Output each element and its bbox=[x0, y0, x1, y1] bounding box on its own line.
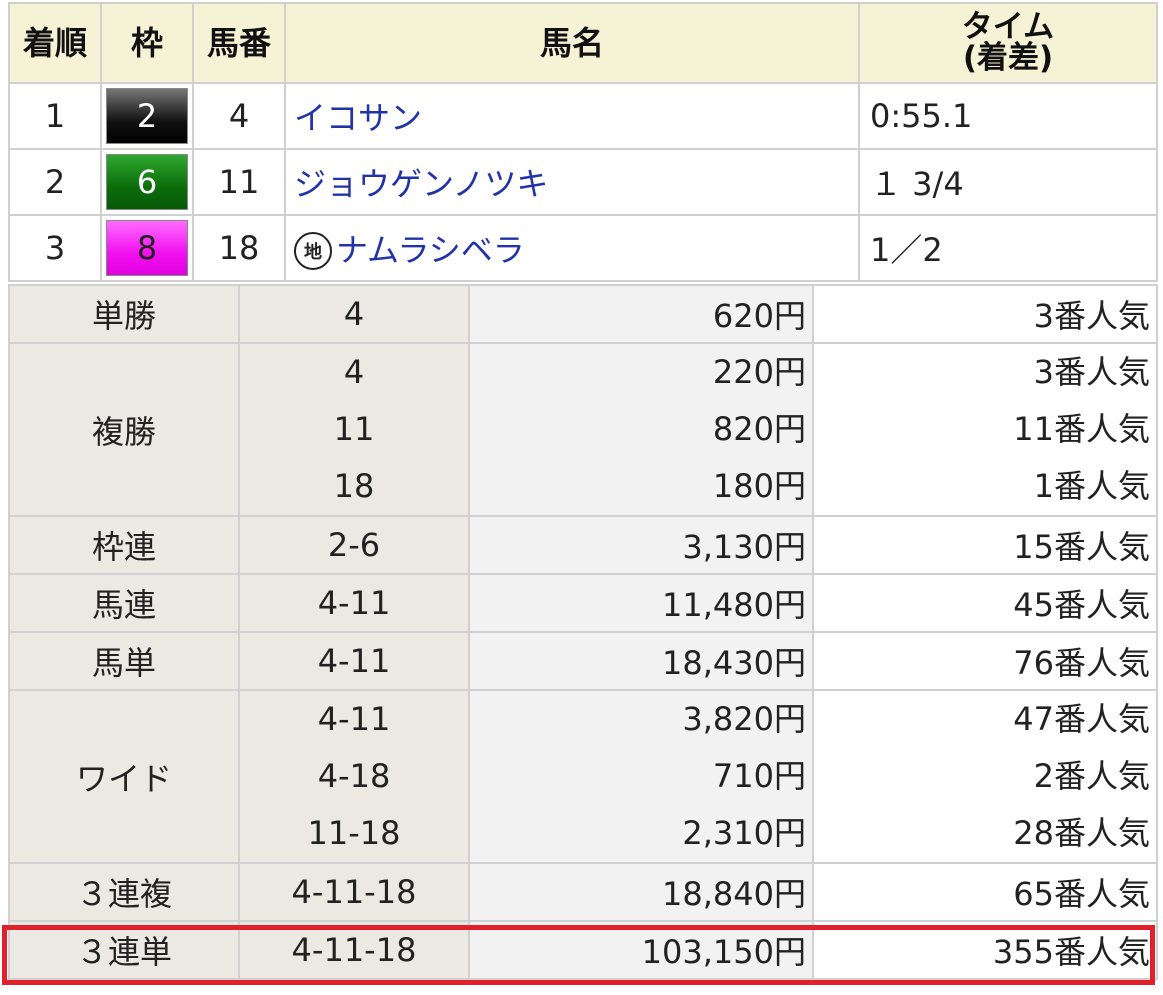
payout-row-umatan: 馬単 4-11 18,430円 76番人気 bbox=[8, 631, 1158, 691]
popularity: 45番人気 bbox=[812, 573, 1158, 633]
popularity: 28番人気 bbox=[1013, 814, 1150, 852]
bet-type: 馬単 bbox=[8, 631, 240, 691]
popularity: 15番人気 bbox=[812, 515, 1158, 575]
rank-cell: 3 bbox=[8, 214, 102, 282]
combo: 4-11-18 bbox=[238, 862, 470, 922]
payout-table: 単勝 4 620円 3番人気 複勝 4 11 18 220円 820円 180円… bbox=[8, 284, 1158, 980]
bet-type: ワイド bbox=[8, 689, 240, 864]
bet-type: 複勝 bbox=[8, 342, 240, 517]
header-umaban: 馬番 bbox=[192, 2, 286, 84]
combo-stack: 4 11 18 bbox=[238, 342, 470, 517]
combo: 4-11 bbox=[238, 631, 470, 691]
combo: 4 bbox=[343, 353, 365, 391]
payout-amount: 620円 bbox=[468, 284, 814, 344]
combo: 4-11 bbox=[317, 700, 391, 738]
payout-amount: 710円 bbox=[712, 757, 806, 795]
horse-name-cell: ジョウゲンノツキ bbox=[284, 148, 860, 216]
horse-name-cell: イコサン bbox=[284, 82, 860, 150]
umaban-cell: 18 bbox=[192, 214, 286, 282]
payout-row-umaren: 馬連 4-11 11,480円 45番人気 bbox=[8, 573, 1158, 633]
margin-cell: １ 3/4 bbox=[858, 148, 1158, 216]
payout-amount: 3,820円 bbox=[682, 700, 806, 738]
horse-name-link[interactable]: イコサン bbox=[294, 99, 422, 137]
rank-cell: 2 bbox=[8, 148, 102, 216]
bet-type: 単勝 bbox=[8, 284, 240, 344]
popularity: 3番人気 bbox=[1033, 353, 1150, 391]
popularity-stack: 47番人気 2番人気 28番人気 bbox=[812, 689, 1158, 864]
header-horse-name: 馬名 bbox=[284, 2, 860, 84]
popularity: 76番人気 bbox=[812, 631, 1158, 691]
payout-amount: 220円 bbox=[712, 353, 806, 391]
payout-amount: 2,310円 bbox=[682, 814, 806, 852]
race-result-table: 着順 枠 馬番 馬名 タイム (着差) 1 2 4 イコサン 0:55.1 2 … bbox=[8, 2, 1158, 282]
result-row: 1 2 4 イコサン 0:55.1 bbox=[8, 82, 1158, 150]
popularity: 65番人気 bbox=[812, 862, 1158, 922]
payout-amount: 820円 bbox=[712, 410, 806, 448]
waku-badge: 6 bbox=[106, 154, 188, 210]
horse-name-cell: 地ナムラシベラ bbox=[284, 214, 860, 282]
time-cell: 0:55.1 bbox=[858, 82, 1158, 150]
payout-row-fukusho: 複勝 4 11 18 220円 820円 180円 3番人気 11番人気 1番人… bbox=[8, 342, 1158, 517]
waku-cell: 6 bbox=[100, 148, 194, 216]
payout-row-sanrentan: ３連単 4-11-18 103,150円 355番人気 bbox=[8, 920, 1158, 980]
local-horse-icon: 地 bbox=[294, 232, 332, 270]
payout-amount: 103,150円 bbox=[468, 920, 814, 980]
combo: 2-6 bbox=[238, 515, 470, 575]
payout-stack: 220円 820円 180円 bbox=[468, 342, 814, 517]
bet-type: 枠連 bbox=[8, 515, 240, 575]
popularity: 11番人気 bbox=[1013, 410, 1150, 448]
umaban-cell: 4 bbox=[192, 82, 286, 150]
combo: 4-18 bbox=[317, 757, 391, 795]
combo: 4-11-18 bbox=[238, 920, 470, 980]
result-header-row: 着順 枠 馬番 馬名 タイム (着差) bbox=[8, 2, 1158, 84]
bet-type: ３連複 bbox=[8, 862, 240, 922]
horse-name-link[interactable]: ナムラシベラ bbox=[336, 231, 525, 269]
waku-badge: 8 bbox=[106, 220, 188, 276]
popularity: 47番人気 bbox=[1013, 700, 1150, 738]
payout-row-wide: ワイド 4-11 4-18 11-18 3,820円 710円 2,310円 4… bbox=[8, 689, 1158, 864]
combo: 11-18 bbox=[307, 814, 401, 852]
waku-cell: 8 bbox=[100, 214, 194, 282]
header-time-line1: タイム bbox=[961, 9, 1055, 45]
combo-stack: 4-11 4-18 11-18 bbox=[238, 689, 470, 864]
bet-type: 馬連 bbox=[8, 573, 240, 633]
margin-cell: 1／2 bbox=[858, 214, 1158, 282]
payout-row-tansho: 単勝 4 620円 3番人気 bbox=[8, 284, 1158, 344]
combo: 4-11 bbox=[238, 573, 470, 633]
header-rank: 着順 bbox=[8, 2, 102, 84]
result-row: 3 8 18 地ナムラシベラ 1／2 bbox=[8, 214, 1158, 282]
umaban-cell: 11 bbox=[192, 148, 286, 216]
waku-badge: 2 bbox=[106, 88, 188, 144]
combo: 11 bbox=[333, 410, 375, 448]
popularity-stack: 3番人気 11番人気 1番人気 bbox=[812, 342, 1158, 517]
header-time-line2: (着差) bbox=[962, 40, 1054, 76]
waku-cell: 2 bbox=[100, 82, 194, 150]
horse-name-link[interactable]: ジョウゲンノツキ bbox=[294, 165, 548, 203]
payout-row-sanrenpuku: ３連複 4-11-18 18,840円 65番人気 bbox=[8, 862, 1158, 922]
payout-stack: 3,820円 710円 2,310円 bbox=[468, 689, 814, 864]
header-time: タイム (着差) bbox=[858, 2, 1158, 84]
combo: 4 bbox=[238, 284, 470, 344]
payout-amount: 11,480円 bbox=[468, 573, 814, 633]
combo: 18 bbox=[333, 467, 375, 505]
result-row: 2 6 11 ジョウゲンノツキ １ 3/4 bbox=[8, 148, 1158, 216]
payout-amount: 3,130円 bbox=[468, 515, 814, 575]
rank-cell: 1 bbox=[8, 82, 102, 150]
popularity: 355番人気 bbox=[812, 920, 1158, 980]
payout-row-wakuren: 枠連 2-6 3,130円 15番人気 bbox=[8, 515, 1158, 575]
header-waku: 枠 bbox=[100, 2, 194, 84]
popularity: 2番人気 bbox=[1033, 757, 1150, 795]
popularity: 3番人気 bbox=[812, 284, 1158, 344]
payout-amount: 18,430円 bbox=[468, 631, 814, 691]
bet-type: ３連単 bbox=[8, 920, 240, 980]
payout-amount: 18,840円 bbox=[468, 862, 814, 922]
popularity: 1番人気 bbox=[1033, 467, 1150, 505]
payout-amount: 180円 bbox=[712, 467, 806, 505]
